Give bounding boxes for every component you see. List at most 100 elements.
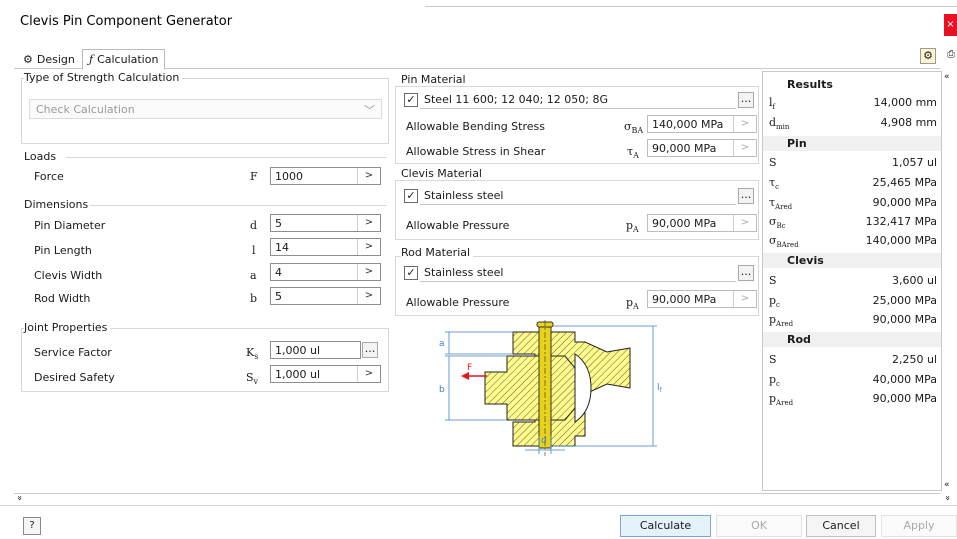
clevis-material-name: Stainless steel (424, 189, 504, 202)
joint-legend: Joint Properties (24, 321, 111, 334)
clevis-material-more-button[interactable]: ... (738, 188, 754, 204)
results-header: Results (787, 78, 833, 91)
result-pin-sigmabared-symbol: σBAred (769, 234, 799, 249)
pin-material-more-button[interactable]: ... (738, 92, 754, 108)
result-rod-pc-symbol: pc (769, 373, 780, 388)
clevis-material-checkbox[interactable]: ✓ (404, 189, 418, 203)
rod-width-arrow-button[interactable]: > (357, 288, 380, 304)
print-icon[interactable]: ⎙ (944, 48, 957, 62)
pin-diameter-arrow-button[interactable]: > (357, 215, 380, 231)
clevis-width-arrow-button[interactable]: > (357, 264, 380, 280)
chevron-down-icon: ﹀ (364, 104, 375, 117)
bending-stress-symbol-main: σ (624, 120, 632, 133)
clevis-material-legend: Clevis Material (401, 167, 485, 180)
calculate-button[interactable]: Calculate (620, 515, 711, 537)
rod-material-legend: Rod Material (401, 246, 474, 259)
rod-material-name: Stainless steel (424, 266, 504, 279)
help-button[interactable]: ? (23, 517, 41, 535)
result-row-clevis-s: S 3,600 ul (763, 274, 941, 289)
title-separator (425, 6, 957, 7)
loads-divider (66, 157, 387, 158)
clevis-width-input[interactable]: 4 > (270, 263, 381, 281)
pin-length-value: 14 (275, 241, 289, 254)
bending-stress-input[interactable]: 140,000 MPa > (647, 115, 757, 133)
collapse-results-icon[interactable]: « (944, 72, 950, 82)
pin-length-input[interactable]: 14 > (270, 238, 381, 256)
shear-stress-input[interactable]: 90,000 MPa > (647, 139, 757, 157)
pin-material-checkbox[interactable]: ✓ (404, 93, 418, 107)
service-factor-more-button[interactable]: ... (362, 342, 378, 358)
rod-width-symbol: b (250, 292, 258, 305)
desired-safety-arrow-button[interactable]: > (357, 366, 380, 382)
expand-down-icon[interactable]: » (14, 495, 24, 501)
shear-stress-arrow-button[interactable]: > (733, 140, 756, 156)
diagram-label-a: a (439, 339, 445, 349)
apply-button[interactable]: Apply (881, 515, 957, 537)
dimensions-divider (90, 205, 387, 206)
bending-stress-label: Allowable Bending Stress (406, 120, 545, 133)
close-button[interactable]: × (944, 14, 957, 36)
shear-stress-symbol: τA (627, 145, 639, 160)
result-rod-s-symbol: S (769, 353, 777, 366)
strength-legend: Type of Strength Calculation (24, 71, 183, 84)
force-arrow-button[interactable]: > (357, 168, 380, 184)
tab-calculation[interactable]: ƒ Calculation (82, 49, 166, 70)
result-rod-s-value: 2,250 ul (891, 353, 937, 366)
results-panel: Results lf 14,000 mm dmin 4,908 mm Pin S… (762, 71, 942, 491)
result-pin-s-value: 1,057 ul (891, 156, 937, 169)
result-row-clevis-pc: pc 25,000 MPa (763, 294, 941, 309)
side-collapse-icon[interactable]: « (944, 480, 950, 490)
tab-design[interactable]: ⚙ Design (16, 49, 82, 70)
result-pin-sigmabc-value: 132,417 MPa (865, 215, 937, 228)
pin-length-arrow-button[interactable]: > (357, 239, 380, 255)
tab-calculation-label: Calculation (97, 53, 159, 66)
result-clevis-s-symbol: S (769, 274, 777, 287)
rod-pressure-input[interactable]: 90,000 MPa > (647, 290, 757, 308)
clevis-pressure-value: 90,000 MPa (652, 217, 717, 230)
rod-pressure-arrow-button[interactable]: > (733, 291, 756, 307)
result-dmin-symbol: dmin (769, 116, 789, 131)
expand-down-right-icon[interactable]: » (942, 495, 952, 501)
result-rod-pared-symbol-main: p (769, 392, 777, 405)
result-rod-pared-symbol: pAred (769, 392, 793, 407)
pin-diameter-input[interactable]: 5 > (270, 214, 381, 232)
force-input[interactable]: 1000 > (270, 167, 381, 185)
force-label: Force (34, 170, 64, 183)
panel-splitter[interactable] (14, 493, 940, 502)
settings-icon[interactable]: ⚙ (920, 48, 936, 64)
force-symbol: F (250, 170, 258, 183)
rod-material-more-button[interactable]: ... (738, 265, 754, 281)
bending-stress-value: 140,000 MPa (652, 118, 724, 131)
result-pin-tauc-symbol: τc (769, 176, 779, 191)
result-pin-tauc-value: 25,465 MPa (872, 176, 937, 189)
result-row-pin-s: S 1,057 ul (763, 156, 941, 171)
rod-material-checkbox[interactable]: ✓ (404, 266, 418, 280)
calculation-fx-icon: ƒ (89, 53, 94, 66)
rod-material-underline (420, 281, 736, 282)
result-row-pin-tauc: τc 25,465 MPa (763, 176, 941, 191)
rod-pressure-symbol-sub: A (633, 302, 639, 312)
bending-stress-arrow-button[interactable]: > (733, 116, 756, 132)
result-clevis-pared-symbol-sub: Ared (776, 320, 794, 329)
pin-diameter-label: Pin Diameter (34, 219, 106, 232)
service-factor-input[interactable]: 1,000 ul (270, 341, 361, 359)
shear-stress-value: 90,000 MPa (652, 142, 717, 155)
rod-width-input[interactable]: 5 > (270, 287, 381, 305)
result-lf-value: 14,000 mm (873, 96, 937, 109)
clevis-pressure-symbol-sub: A (633, 225, 639, 235)
clevis-pressure-input[interactable]: 90,000 MPa > (647, 214, 757, 232)
result-rod-pc-symbol-main: p (769, 373, 777, 386)
strength-type-select[interactable]: Check Calculation ﹀ (29, 99, 382, 119)
result-row-clevis-pared: pAred 90,000 MPa (763, 313, 941, 328)
ok-button[interactable]: OK (716, 515, 802, 537)
result-rod-pared-value: 90,000 MPa (872, 392, 937, 405)
cancel-button[interactable]: Cancel (806, 515, 876, 537)
result-dmin-value: 4,908 mm (880, 116, 937, 129)
pin-material-underline (420, 108, 736, 109)
strength-type-value: Check Calculation (36, 103, 135, 116)
results-section-rod-label: Rod (787, 333, 811, 346)
clevis-pressure-arrow-button[interactable]: > (733, 215, 756, 231)
service-factor-symbol: Ks (246, 346, 258, 361)
desired-safety-input[interactable]: 1,000 ul > (270, 365, 381, 383)
result-pin-sigmabc-symbol-main: σ (769, 215, 777, 228)
